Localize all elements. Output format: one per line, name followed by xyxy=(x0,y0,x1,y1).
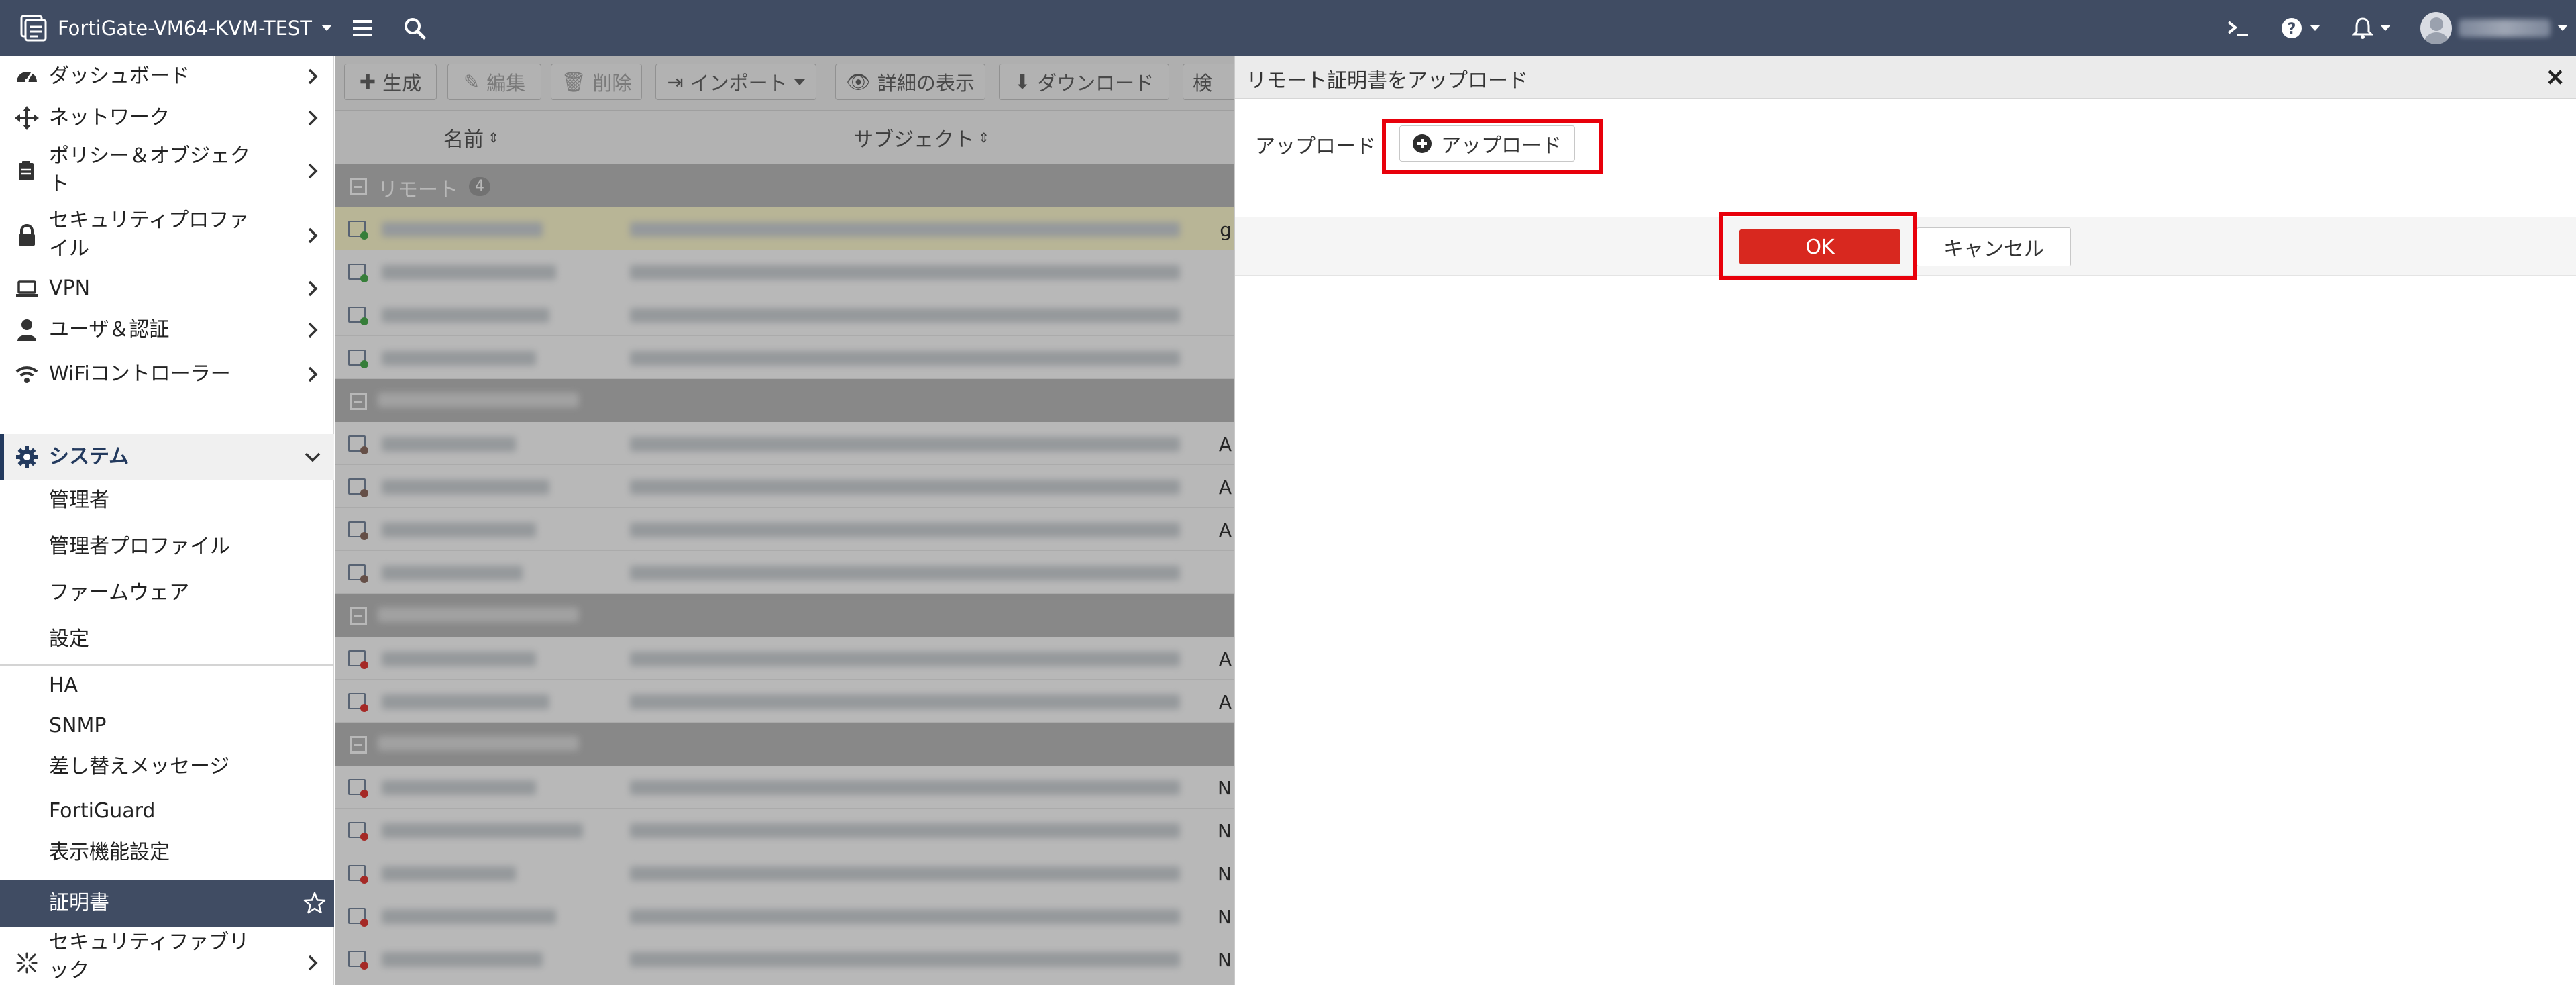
sidebar-subitem-fortiguard[interactable]: FortiGuard xyxy=(0,790,334,832)
sidebar-subitem-replacement-messages[interactable]: 差し替えメッセージ xyxy=(0,746,334,788)
sidebar-item-security-profiles[interactable]: セキュリティプロファ イル xyxy=(0,203,334,268)
sidebar-subitem-label: 表示機能設定 xyxy=(49,841,170,864)
chevron-down-icon xyxy=(2380,25,2391,31)
notification-bell-icon xyxy=(2352,17,2373,39)
cli-console-button[interactable] xyxy=(2223,0,2253,56)
highlight-box-ok xyxy=(1719,212,1917,280)
sidebar-subitem-label: ファームウェア xyxy=(49,581,190,605)
sidebar-item-label-line2: イル xyxy=(49,237,89,260)
sidebar-subitem-label: 管理者プロファイル xyxy=(49,535,230,558)
hamburger-menu-icon xyxy=(353,19,372,36)
sidebar-subitem-feature-visibility[interactable]: 表示機能設定 xyxy=(0,832,334,874)
notifications-button[interactable] xyxy=(2348,0,2395,56)
sidebar-item-label: ネットワーク xyxy=(49,106,170,129)
chevron-right-icon xyxy=(308,280,318,297)
chevron-right-icon xyxy=(308,955,318,971)
certificate-list-area: ✚ 生成 ✎ 編集 🗑 削除 ⇥ インポート 👁 詳細の表示 ⬇ ダウンロード 検 名前 ⇕ … xyxy=(335,56,1234,985)
help-menu-button[interactable]: ? xyxy=(2277,0,2324,56)
user-avatar-icon xyxy=(2420,11,2452,44)
sidebar-subitem-settings[interactable]: 設定 xyxy=(0,619,334,660)
sidebar-item-system[interactable]: システム xyxy=(0,434,334,480)
sidebar-item-security-fabric[interactable]: セキュリティファブリ ック xyxy=(0,929,334,985)
star-favorite-icon[interactable] xyxy=(303,892,326,915)
username-redacted xyxy=(2458,19,2551,37)
upload-field-label: アップロード xyxy=(1255,135,1376,158)
sidebar-subitem-firmware[interactable]: ファームウェア xyxy=(0,572,334,614)
network-arrows-icon xyxy=(15,106,39,130)
sidebar-item-label-line2: ト xyxy=(49,172,69,196)
highlight-box-upload xyxy=(1382,119,1603,174)
sidebar-item-label: ダッシュボード xyxy=(49,64,190,88)
fabric-icon xyxy=(16,952,38,974)
chevron-down-icon xyxy=(305,452,321,462)
sidebar-item-label-line2: ック xyxy=(49,959,89,982)
sidebar-item-wifi-controller[interactable]: WiFiコントローラー xyxy=(0,351,334,398)
sidebar-subitem-label: SNMP xyxy=(49,714,107,737)
chevron-down-icon xyxy=(2310,25,2320,31)
panel-header: リモート証明書をアップロード xyxy=(1235,56,2576,99)
sidebar: ダッシュボード ネットワーク ポリシー＆オブジェク ト セキュリティプロファ イ… xyxy=(0,56,334,985)
dashboard-icon xyxy=(17,72,37,83)
sidebar-item-label: セキュリティファブリ xyxy=(49,931,250,954)
sidebar-subitem-label: 設定 xyxy=(49,627,89,651)
chevron-down-icon xyxy=(2557,25,2568,31)
chevron-right-icon xyxy=(308,110,318,126)
top-bar: FortiGate-VM64-KVM-TEST ? xyxy=(0,0,2576,56)
chevron-down-icon xyxy=(321,25,333,31)
sidebar-subitem-label: 管理者 xyxy=(49,488,109,512)
hamburger-menu-button[interactable] xyxy=(347,0,377,56)
search-button[interactable] xyxy=(400,0,429,56)
sidebar-item-label: VPN xyxy=(49,276,91,300)
sidebar-subitem-admins[interactable]: 管理者 xyxy=(0,480,334,521)
sidebar-subitem-label: HA xyxy=(49,674,78,697)
policy-icon xyxy=(19,161,34,180)
sidebar-subitem-label: 証明書 xyxy=(49,891,109,915)
sidebar-item-network[interactable]: ネットワーク xyxy=(0,97,334,139)
lock-icon xyxy=(19,224,35,246)
gear-icon xyxy=(16,446,38,468)
sidebar-item-label: セキュリティプロファ xyxy=(49,209,250,232)
cancel-button[interactable]: キャンセル xyxy=(1917,227,2071,266)
chevron-right-icon xyxy=(308,68,318,85)
device-selector[interactable]: FortiGate-VM64-KVM-TEST xyxy=(19,0,333,56)
cli-console-icon xyxy=(2227,20,2248,36)
chevron-right-icon xyxy=(308,227,318,244)
sidebar-item-vpn[interactable]: VPN xyxy=(0,268,334,309)
sidebar-item-user-auth[interactable]: ユーザ＆認証 xyxy=(0,309,334,351)
sidebar-item-label: システム xyxy=(49,445,129,468)
sidebar-subitem-label: 差し替えメッセージ xyxy=(49,755,230,778)
help-icon: ? xyxy=(2282,17,2302,38)
modal-backdrop[interactable] xyxy=(335,56,1234,985)
upload-remote-certificate-panel: リモート証明書をアップロード アップロード アップロード OK キャンセル xyxy=(1234,56,2576,985)
sidebar-item-label: ポリシー＆オブジェク xyxy=(49,144,250,168)
sidebar-item-policy-objects[interactable]: ポリシー＆オブジェク ト xyxy=(0,139,334,203)
sidebar-item-label: WiFiコントローラー xyxy=(49,362,231,386)
user-menu-button[interactable] xyxy=(2420,0,2568,56)
chevron-right-icon xyxy=(308,163,318,179)
sidebar-item-dashboard[interactable]: ダッシュボード xyxy=(0,56,334,97)
device-name: FortiGate-VM64-KVM-TEST xyxy=(58,16,313,40)
sidebar-subitem-ha[interactable]: HA xyxy=(0,665,334,707)
chevron-right-icon xyxy=(308,322,318,338)
panel-title: リモート証明書をアップロード xyxy=(1246,69,1528,93)
device-icon xyxy=(20,15,47,41)
sidebar-subitem-certificates[interactable]: 証明書 xyxy=(0,880,334,927)
laptop-icon xyxy=(16,280,38,297)
sidebar-item-label: ユーザ＆認証 xyxy=(49,318,170,342)
wifi-icon xyxy=(15,366,38,383)
user-icon xyxy=(17,319,36,341)
chevron-right-icon xyxy=(308,366,318,382)
sidebar-subitem-label: FortiGuard xyxy=(49,799,156,823)
sidebar-subitem-snmp[interactable]: SNMP xyxy=(0,705,334,747)
svg-text:?: ? xyxy=(2288,21,2296,38)
close-icon[interactable] xyxy=(2546,68,2565,87)
search-icon xyxy=(405,17,426,39)
sidebar-subitem-admin-profiles[interactable]: 管理者プロファイル xyxy=(0,526,334,568)
